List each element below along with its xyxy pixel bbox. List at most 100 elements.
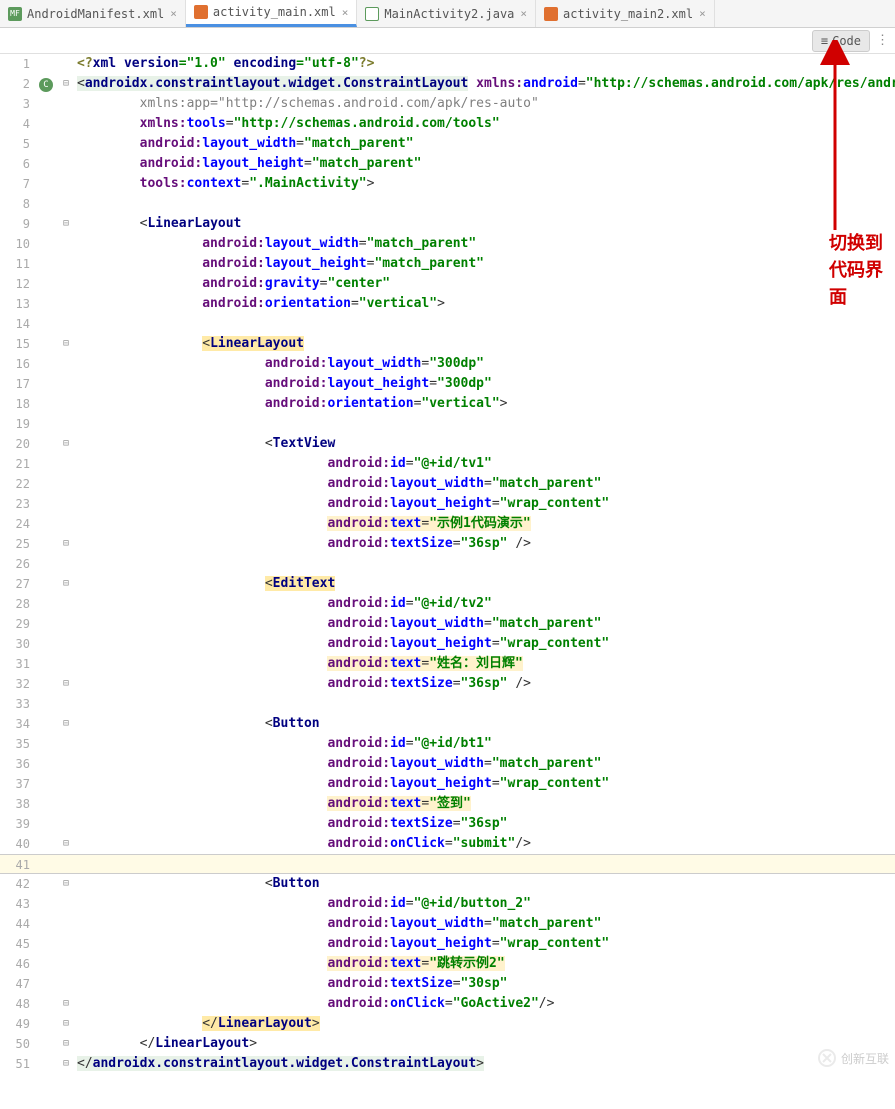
code-line[interactable]: 45 android:layout_height="wrap_content" [0, 934, 895, 954]
code-line[interactable]: 1 <?xml version="1.0" encoding="utf-8"?> [0, 54, 895, 74]
code-line[interactable]: 11 android:layout_height="match_parent" [0, 254, 895, 274]
line-number: 1 [8, 54, 36, 74]
code-text: android:text="姓名：刘日辉" [73, 654, 895, 674]
code-line[interactable]: 24 android:text="示例1代码演示" [0, 514, 895, 534]
code-line[interactable]: 41 [0, 854, 895, 874]
code-text: <LinearLayout [73, 214, 895, 234]
code-text: android:text="示例1代码演示" [73, 514, 895, 534]
code-view-label: Code [832, 34, 861, 48]
fold-toggle[interactable]: ⊟ [59, 74, 73, 94]
tab-activity_main-xml[interactable]: activity_main.xml× [186, 0, 357, 27]
code-line[interactable]: 44 android:layout_width="match_parent" [0, 914, 895, 934]
code-line[interactable]: 30 android:layout_height="wrap_content" [0, 634, 895, 654]
code-text: android:textSize="36sp" [73, 814, 895, 834]
fold-toggle[interactable]: ⊟ [59, 214, 73, 234]
code-line[interactable]: 37 android:layout_height="wrap_content" [0, 774, 895, 794]
code-line[interactable]: 49⊟ </LinearLayout> [0, 1014, 895, 1034]
fold-toggle[interactable]: ⊟ [59, 994, 73, 1014]
fold-toggle[interactable]: ⊟ [59, 574, 73, 594]
fold-toggle[interactable]: ⊟ [59, 1034, 73, 1054]
editor-tabs: MFAndroidManifest.xml×activity_main.xml×… [0, 0, 895, 28]
tab-androidmanifest-xml[interactable]: MFAndroidManifest.xml× [0, 0, 186, 27]
code-line[interactable]: 20⊟ <TextView [0, 434, 895, 454]
code-line[interactable]: 18 android:orientation="vertical"> [0, 394, 895, 414]
fold-toggle[interactable]: ⊟ [59, 1014, 73, 1034]
code-text: </LinearLayout> [73, 1014, 895, 1034]
code-text: <Button [73, 714, 895, 734]
code-line[interactable]: 28 android:id="@+id/tv2" [0, 594, 895, 614]
code-line[interactable]: 33 [0, 694, 895, 714]
code-line[interactable]: 29 android:layout_width="match_parent" [0, 614, 895, 634]
fold-toggle[interactable]: ⊟ [59, 834, 73, 854]
code-line[interactable]: 10 android:layout_width="match_parent" [0, 234, 895, 254]
more-icon[interactable]: ⋮ [876, 33, 889, 48]
code-line[interactable]: 3 xmlns:app="http://schemas.android.com/… [0, 94, 895, 114]
code-line[interactable]: 13 android:orientation="vertical"> [0, 294, 895, 314]
code-line[interactable]: 31 android:text="姓名：刘日辉" [0, 654, 895, 674]
fold-toggle[interactable]: ⊟ [59, 534, 73, 554]
close-icon[interactable]: × [520, 7, 527, 20]
line-number: 45 [8, 934, 36, 954]
line-number: 30 [8, 634, 36, 654]
line-number: 4 [8, 114, 36, 134]
fold-toggle[interactable]: ⊟ [59, 1054, 73, 1074]
code-line[interactable]: 25⊟ android:textSize="36sp" /> [0, 534, 895, 554]
code-line[interactable]: 8 [0, 194, 895, 214]
close-icon[interactable]: × [699, 7, 706, 20]
code-line[interactable]: 48⊟ android:onClick="GoActive2"/> [0, 994, 895, 1014]
code-line[interactable]: 5 android:layout_width="match_parent" [0, 134, 895, 154]
code-line[interactable]: 26 [0, 554, 895, 574]
code-text: android:orientation="vertical"> [73, 294, 895, 314]
code-text: <?xml version="1.0" encoding="utf-8"?> [73, 54, 895, 74]
code-line[interactable]: 7 tools:context=".MainActivity"> [0, 174, 895, 194]
code-line[interactable]: 32⊟ android:textSize="36sp" /> [0, 674, 895, 694]
line-number: 37 [8, 774, 36, 794]
fold-toggle[interactable]: ⊟ [59, 434, 73, 454]
code-line[interactable]: 9⊟ <LinearLayout [0, 214, 895, 234]
code-line[interactable]: 17 android:layout_height="300dp" [0, 374, 895, 394]
code-line[interactable]: 51⊟</androidx.constraintlayout.widget.Co… [0, 1054, 895, 1074]
code-line[interactable]: 46 android:text="跳转示例2" [0, 954, 895, 974]
line-number: 8 [8, 194, 36, 214]
code-line[interactable]: 38 android:text="签到" [0, 794, 895, 814]
code-text: </androidx.constraintlayout.widget.Const… [73, 1054, 895, 1074]
code-line[interactable]: 19 [0, 414, 895, 434]
tab-mainactivity2-java[interactable]: CMainActivity2.java× [357, 0, 536, 27]
code-line[interactable]: 50⊟ </LinearLayout> [0, 1034, 895, 1054]
code-view-button[interactable]: ≡ Code [812, 30, 870, 52]
line-number: 39 [8, 814, 36, 834]
fold-toggle[interactable]: ⊟ [59, 674, 73, 694]
code-line[interactable]: 43 android:id="@+id/button_2" [0, 894, 895, 914]
line-number: 33 [8, 694, 36, 714]
code-line[interactable]: 22 android:layout_width="match_parent" [0, 474, 895, 494]
code-line[interactable]: 40⊟ android:onClick="submit"/> [0, 834, 895, 854]
code-line[interactable]: 39 android:textSize="36sp" [0, 814, 895, 834]
code-text: android:layout_height="match_parent" [73, 154, 895, 174]
code-line[interactable]: 27⊟ <EditText [0, 574, 895, 594]
code-line[interactable]: 23 android:layout_height="wrap_content" [0, 494, 895, 514]
code-line[interactable]: 12 android:gravity="center" [0, 274, 895, 294]
code-line[interactable]: 34⊟ <Button [0, 714, 895, 734]
code-line[interactable]: 36 android:layout_width="match_parent" [0, 754, 895, 774]
code-line[interactable]: 6 android:layout_height="match_parent" [0, 154, 895, 174]
code-line[interactable]: 16 android:layout_width="300dp" [0, 354, 895, 374]
code-line[interactable]: 2C⊟<androidx.constraintlayout.widget.Con… [0, 74, 895, 94]
code-line[interactable]: 14 [0, 314, 895, 334]
fold-toggle[interactable]: ⊟ [59, 874, 73, 894]
code-line[interactable]: 35 android:id="@+id/bt1" [0, 734, 895, 754]
line-number: 47 [8, 974, 36, 994]
line-number: 27 [8, 574, 36, 594]
code-line[interactable]: 4 xmlns:tools="http://schemas.android.co… [0, 114, 895, 134]
code-line[interactable]: 42⊟ <Button [0, 874, 895, 894]
close-icon[interactable]: × [170, 7, 177, 20]
code-line[interactable]: 47 android:textSize="30sp" [0, 974, 895, 994]
code-line[interactable]: 15⊟ <LinearLayout [0, 334, 895, 354]
code-line[interactable]: 21 android:id="@+id/tv1" [0, 454, 895, 474]
code-editor[interactable]: 1<?xml version="1.0" encoding="utf-8"?>2… [0, 54, 895, 1074]
file-type-icon [544, 7, 558, 21]
fold-toggle[interactable]: ⊟ [59, 714, 73, 734]
fold-toggle[interactable]: ⊟ [59, 334, 73, 354]
tab-activity_main2-xml[interactable]: activity_main2.xml× [536, 0, 715, 27]
line-number: 23 [8, 494, 36, 514]
close-icon[interactable]: × [342, 6, 349, 19]
